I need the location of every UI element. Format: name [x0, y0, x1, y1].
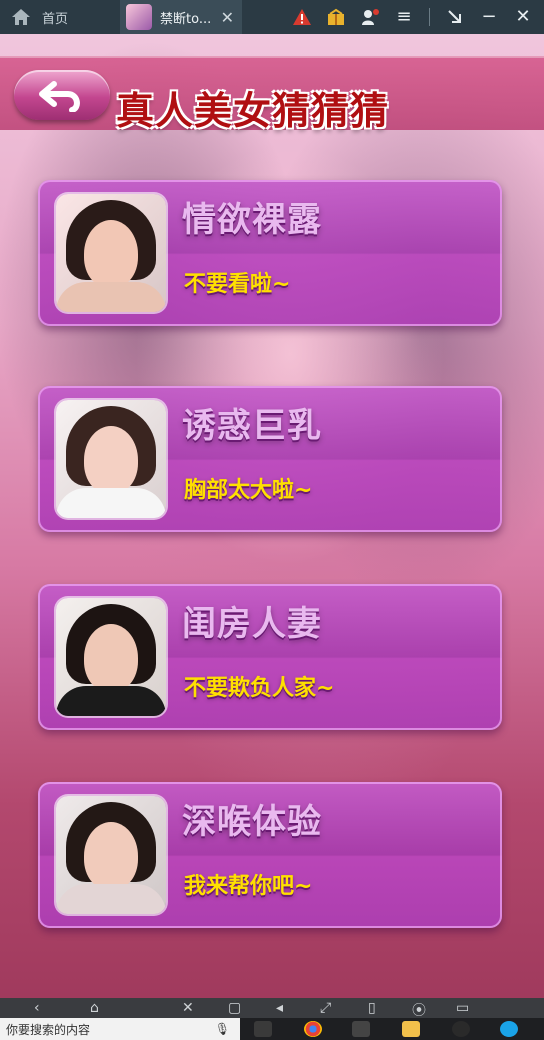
card-title: 诱惑巨乳	[182, 406, 322, 446]
task-view-icon[interactable]	[254, 1021, 272, 1037]
app-icon[interactable]	[500, 1021, 518, 1037]
taskbar-search-box[interactable]: 你要搜索的内容 🎙	[0, 1018, 240, 1040]
qq-icon[interactable]	[452, 1021, 470, 1037]
minimize-icon[interactable]: −	[478, 6, 500, 28]
gift-icon[interactable]	[325, 6, 347, 28]
close-tab-icon[interactable]: ✕	[221, 8, 234, 27]
chrome-icon[interactable]	[304, 1021, 322, 1037]
file-explorer-icon[interactable]	[402, 1021, 420, 1037]
card-photo	[56, 598, 166, 716]
photo-face	[84, 822, 138, 890]
nav-home-icon[interactable]: ⌂	[90, 1000, 99, 1016]
photo-shoulder	[56, 282, 166, 312]
photo-shoulder	[56, 884, 166, 914]
card-subtitle: 我来帮你吧~	[184, 874, 313, 899]
window-controls: ≡ − ✕	[291, 0, 544, 34]
card-photo	[56, 194, 166, 312]
card-subtitle: 胸部太大啦~	[184, 478, 313, 503]
app-tab[interactable]: 禁断to... ✕	[120, 0, 242, 34]
card-title: 深喉体验	[182, 802, 322, 842]
photo-face	[84, 220, 138, 288]
category-card-2[interactable]: 诱惑巨乳 胸部太大啦~	[38, 386, 502, 532]
warning-icon[interactable]	[291, 6, 313, 28]
menu-icon[interactable]: ≡	[393, 6, 415, 28]
card-photo	[56, 400, 166, 518]
card-photo	[56, 796, 166, 914]
nav-back-icon[interactable]: ‹	[34, 1000, 40, 1016]
back-button[interactable]	[14, 70, 110, 120]
nav-volume-icon[interactable]: ◂	[276, 1000, 283, 1016]
nav-location-icon[interactable]: ⦿	[412, 1000, 426, 1020]
nav-fullscreen-icon[interactable]: ⤢	[320, 1000, 331, 1016]
home-icon	[10, 6, 32, 28]
back-arrow-icon	[39, 81, 80, 112]
emulator-top-bar: 首页 禁断to... ✕ ≡ − ✕	[0, 0, 544, 34]
app-tab-thumbnail	[126, 4, 152, 30]
unity-icon[interactable]	[352, 1021, 370, 1037]
card-subtitle: 不要欺负人家~	[184, 676, 335, 701]
card-subtitle: 不要看啦~	[184, 272, 291, 297]
taskbar-search-text: 你要搜索的内容	[6, 1022, 91, 1037]
card-title: 情欲裸露	[182, 200, 322, 240]
close-icon[interactable]: ✕	[512, 6, 534, 28]
card-title: 闺房人妻	[182, 604, 322, 644]
photo-shoulder	[56, 488, 166, 518]
category-card-1[interactable]: 情欲裸露 不要看啦~	[38, 180, 502, 326]
photo-face	[84, 624, 138, 692]
android-nav-bar: ‹ ⌂ ✕ ▢ ◂ ⤢ ▯ ⦿ ▭	[0, 998, 544, 1020]
app-screen: 真人美女猜猜猜 情欲裸露 不要看啦~ 诱惑巨乳 胸部太大啦~ 闺房人妻 不要欺负…	[0, 34, 544, 998]
photo-shoulder	[56, 686, 166, 716]
photo-face	[84, 426, 138, 494]
toolbar-divider	[429, 8, 430, 26]
app-tab-label: 禁断to...	[160, 11, 212, 27]
page-title: 真人美女猜猜猜	[116, 88, 390, 133]
category-card-3[interactable]: 闺房人妻 不要欺负人家~	[38, 584, 502, 730]
home-tab-label: 首页	[42, 11, 69, 27]
microphone-icon[interactable]: 🎙	[215, 1022, 230, 1036]
home-tab[interactable]: 首页	[0, 0, 120, 34]
nav-files-icon[interactable]: ▢	[228, 1000, 241, 1016]
user-settings-icon[interactable]	[359, 6, 381, 28]
nav-rotate-icon[interactable]: ▯	[368, 1000, 376, 1016]
windows-taskbar: 你要搜索的内容 🎙	[0, 1018, 544, 1040]
header-bar: 真人美女猜猜猜	[0, 56, 544, 133]
minimize-to-tray-icon[interactable]	[444, 6, 466, 28]
nav-close-icon[interactable]: ✕	[182, 1000, 194, 1016]
category-card-4[interactable]: 深喉体验 我来帮你吧~	[38, 782, 502, 928]
nav-keyboard-icon[interactable]: ▭	[456, 1000, 469, 1016]
